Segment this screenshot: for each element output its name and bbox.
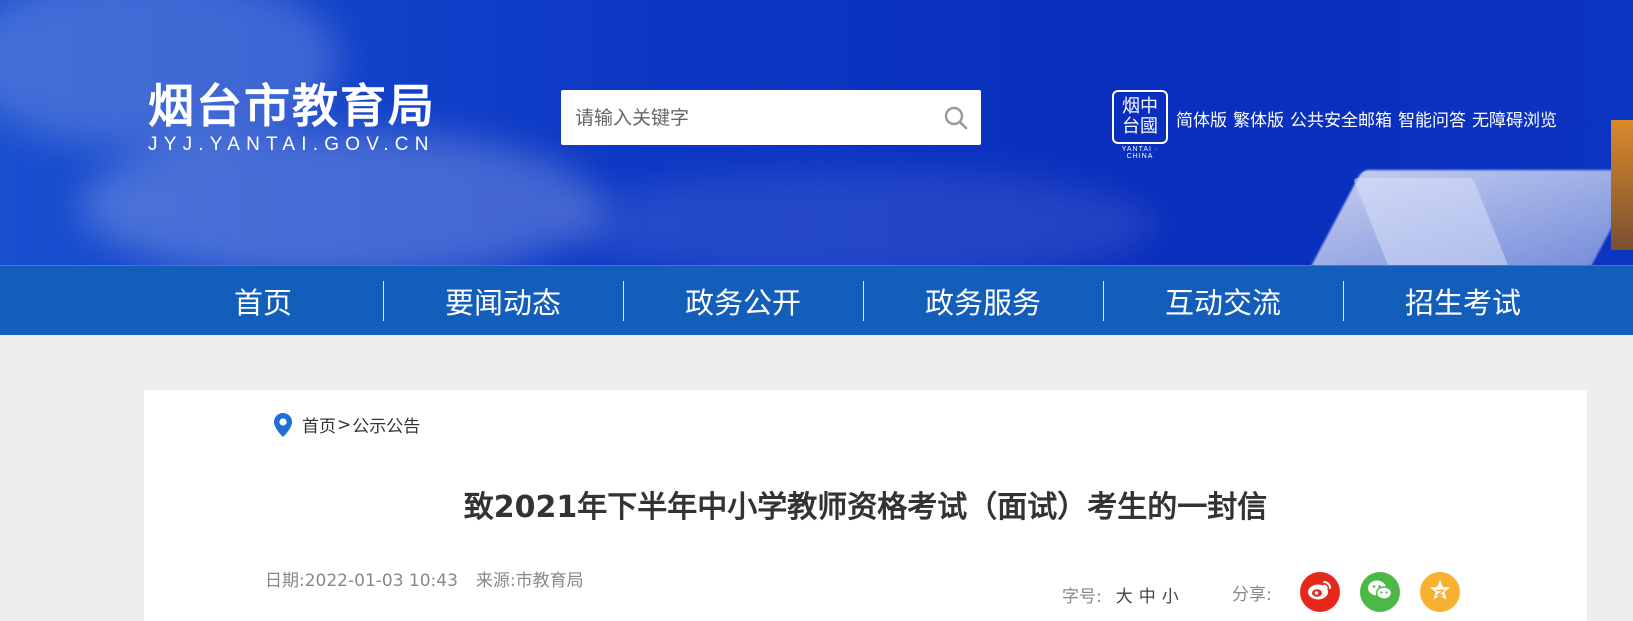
article-source: 来源:市教育局 [475,571,584,591]
share-qzone-button[interactable] [1419,572,1460,612]
wechat-icon [1366,578,1394,607]
building-decoration [1611,120,1633,250]
breadcrumb: 首页 > 公示公告 [274,412,420,437]
article-title: 致2021年下半年中小学教师资格考试（面试）考生的一封信 [463,490,1268,525]
nav-item-admission[interactable]: 招生考试 [1343,266,1583,336]
font-size-small[interactable]: 小 [1162,582,1179,607]
seal-caption: YANTAI · CHINA [1121,146,1159,160]
link-simplified[interactable]: 简体版 [1176,106,1227,131]
link-traditional[interactable]: 繁体版 [1233,106,1284,131]
weibo-icon [1307,579,1333,606]
font-size-control: 字号: 大 中 小 [1062,582,1179,607]
font-size-large[interactable]: 大 [1116,582,1133,607]
search-icon[interactable] [931,90,981,145]
share-bar: 分享: [1232,572,1480,612]
article-card: 首页 > 公示公告 致2021年下半年中小学教师资格考试（面试）考生的一封信 日… [144,390,1587,621]
logo-chinese: 烟台市教育局 [148,79,436,133]
share-weibo-button[interactable] [1299,572,1340,612]
header-banner: 烟台市教育局 JYJ.YANTAI.GOV.CN 烟中台國 YANTAI · C… [0,0,1633,265]
link-smart-qa[interactable]: 智能问答 [1398,106,1466,131]
nav-item-gov-info[interactable]: 政务公开 [623,266,863,336]
search-input[interactable] [561,90,931,145]
font-size-label: 字号: [1062,587,1102,607]
seal-glyphs: 烟中台國 [1112,90,1168,144]
logo-domain: JYJ.YANTAI.GOV.CN [148,134,435,155]
search-box [561,90,981,145]
nav-item-news[interactable]: 要闻动态 [383,266,623,336]
article-date: 日期:2022-01-03 10:43 [265,571,458,591]
top-links: 简体版 繁体版 公共安全邮箱 智能问答 无障碍浏览 [1176,106,1557,131]
font-size-medium[interactable]: 中 [1139,582,1156,607]
breadcrumb-current[interactable]: 公示公告 [352,412,420,437]
link-accessibility[interactable]: 无障碍浏览 [1472,106,1557,131]
share-label: 分享: [1232,584,1272,605]
breadcrumb-home[interactable]: 首页 [302,412,336,437]
main-nav: 首页 要闻动态 政务公开 政务服务 互动交流 招生考试 [0,265,1633,335]
location-pin-icon [274,412,292,437]
nav-item-home[interactable]: 首页 [143,266,383,336]
article-meta: 日期:2022-01-03 10:43 来源:市教育局 [265,566,584,591]
star-icon [1428,578,1452,607]
breadcrumb-separator: > [337,414,352,435]
share-wechat-button[interactable] [1359,572,1400,612]
nav-item-gov-service[interactable]: 政务服务 [863,266,1103,336]
yantai-seal-logo: 烟中台國 YANTAI · CHINA [1110,90,1170,160]
site-logo[interactable]: 烟台市教育局 JYJ.YANTAI.GOV.CN [148,80,436,156]
cloud-decoration [560,170,1160,265]
nav-item-interaction[interactable]: 互动交流 [1103,266,1343,336]
link-safety-mailbox[interactable]: 公共安全邮箱 [1290,106,1392,131]
